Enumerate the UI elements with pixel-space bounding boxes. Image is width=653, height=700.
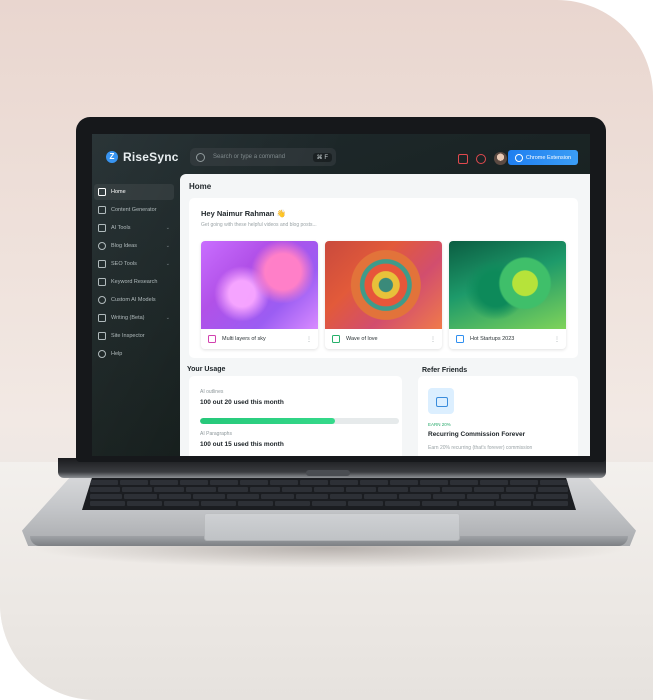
usage-progress-bar (200, 418, 399, 424)
avatar[interactable] (494, 152, 507, 165)
video-icon (332, 335, 340, 343)
chevron-down-icon: ⌄ (165, 243, 170, 249)
usage-value: 100 out 20 used this month (200, 399, 284, 406)
laptop-keyboard (82, 478, 576, 510)
usage-section-title: Your Usage (187, 366, 226, 373)
sidebar-item-label: Home (111, 189, 126, 195)
sparkle-icon (98, 224, 106, 232)
card-title: Wave of love (346, 336, 378, 342)
sidebar: Home Content Generator AI Tools ⌄ Blog I… (92, 182, 176, 364)
sidebar-item-writing-beta[interactable]: Writing (Beta) ⌄ (94, 310, 174, 326)
model-icon (98, 296, 106, 304)
sidebar-item-blog-ideas[interactable]: Blog Ideas ⌄ (94, 238, 174, 254)
usage-label: AI Paragraphs (200, 431, 232, 437)
usage-label: AI outlines (200, 389, 224, 395)
sidebar-item-label: Blog Ideas (111, 243, 137, 249)
media-card[interactable]: Wave of love ⋮ (325, 241, 442, 349)
more-options-icon[interactable]: ⋮ (306, 336, 312, 343)
chevron-down-icon: ⌄ (165, 225, 170, 231)
more-options-icon[interactable]: ⋮ (430, 336, 436, 343)
seo-icon (98, 260, 106, 268)
page-title: Home (189, 182, 212, 191)
card-thumbnail (449, 241, 566, 329)
greeting-subtitle: Get going with these helpful videos and … (201, 222, 317, 228)
sidebar-item-label: Keyword Research (111, 279, 158, 285)
sidebar-item-help[interactable]: Help (94, 346, 174, 362)
card-footer: Multi layers of sky ⋮ (201, 329, 318, 349)
background-photo: Z RiseSync Search or type a command ⌘ F … (0, 0, 653, 700)
sidebar-item-label: Site Inspector (111, 333, 145, 339)
sidebar-item-label: Custom AI Models (111, 297, 156, 303)
sidebar-item-seo-tools[interactable]: SEO Tools ⌄ (94, 256, 174, 272)
app-name: RiseSync (123, 150, 179, 164)
usage-panel: AI outlines 100 out 20 used this month A… (189, 376, 402, 456)
sidebar-item-label: SEO Tools (111, 261, 137, 267)
card-thumbnail (325, 241, 442, 329)
search-input[interactable]: Search or type a command ⌘ F (190, 148, 336, 166)
sidebar-item-custom-ai-models[interactable]: Custom AI Models (94, 292, 174, 308)
card-title: Multi layers of sky (222, 336, 266, 342)
document-icon (456, 335, 464, 343)
edit-icon (98, 206, 106, 214)
sidebar-item-keyword-research[interactable]: Keyword Research (94, 274, 174, 290)
laptop-hinge-notch (306, 470, 350, 476)
pen-icon (98, 314, 106, 322)
search-shortcut-badge: ⌘ F (312, 152, 332, 162)
sidebar-item-label: Help (111, 351, 123, 357)
sidebar-item-site-inspector[interactable]: Site Inspector (94, 328, 174, 344)
refer-tag: EARN 20% (428, 422, 451, 427)
video-icon (208, 335, 216, 343)
chrome-extension-button[interactable]: Chrome Extension (508, 150, 578, 165)
refer-heading: Recurring Commission Forever (428, 431, 526, 438)
main-content: Home Hey Naimur Rahman 👋 Get going with … (180, 174, 590, 456)
key-icon (98, 278, 106, 286)
logo-mark-icon: Z (106, 151, 118, 163)
welcome-panel: Hey Naimur Rahman 👋 Get going with these… (189, 198, 578, 358)
lightbulb-icon (98, 242, 106, 250)
greeting-heading: Hey Naimur Rahman 👋 (201, 209, 286, 218)
card-footer: Hot Startups 2023 ⋮ (449, 329, 566, 349)
inspector-icon (98, 332, 106, 340)
media-card[interactable]: Multi layers of sky ⋮ (201, 241, 318, 349)
header-icons (458, 152, 507, 165)
app-screen: Z RiseSync Search or type a command ⌘ F … (92, 134, 590, 456)
chevron-down-icon: ⌄ (165, 261, 170, 267)
sidebar-item-label: Content Generator (111, 207, 157, 213)
chevron-down-icon: ⌄ (165, 315, 170, 321)
refer-panel[interactable]: EARN 20% Recurring Commission Forever Ea… (418, 376, 578, 456)
chrome-icon (514, 153, 523, 162)
sidebar-item-content-generator[interactable]: Content Generator (94, 202, 174, 218)
sidebar-item-ai-tools[interactable]: AI Tools ⌄ (94, 220, 174, 236)
sidebar-item-home[interactable]: Home (94, 184, 174, 200)
card-title: Hot Startups 2023 (470, 336, 515, 342)
sidebar-item-label: Writing (Beta) (111, 315, 145, 321)
app-logo[interactable]: Z RiseSync (106, 150, 179, 164)
help-icon (98, 350, 106, 358)
refer-section-title: Refer Friends (422, 367, 468, 374)
refer-body: Earn 20% recurring (that's forever) comm… (428, 445, 533, 451)
usage-value: 100 out 15 used this month (200, 441, 284, 448)
refresh-icon[interactable] (476, 153, 486, 164)
wallet-icon (428, 388, 454, 414)
card-thumbnail (201, 241, 318, 329)
home-icon (98, 188, 106, 196)
card-footer: Wave of love ⋮ (325, 329, 442, 349)
sidebar-item-label: AI Tools (111, 225, 131, 231)
search-icon (196, 152, 205, 162)
media-card[interactable]: Hot Startups 2023 ⋮ (449, 241, 566, 349)
chrome-extension-label: Chrome Extension (525, 154, 572, 161)
notification-icon[interactable] (458, 153, 468, 164)
usage-progress-fill (200, 418, 336, 424)
more-options-icon[interactable]: ⋮ (554, 336, 560, 343)
search-placeholder: Search or type a command (213, 154, 286, 160)
laptop-trackpad (204, 513, 460, 541)
